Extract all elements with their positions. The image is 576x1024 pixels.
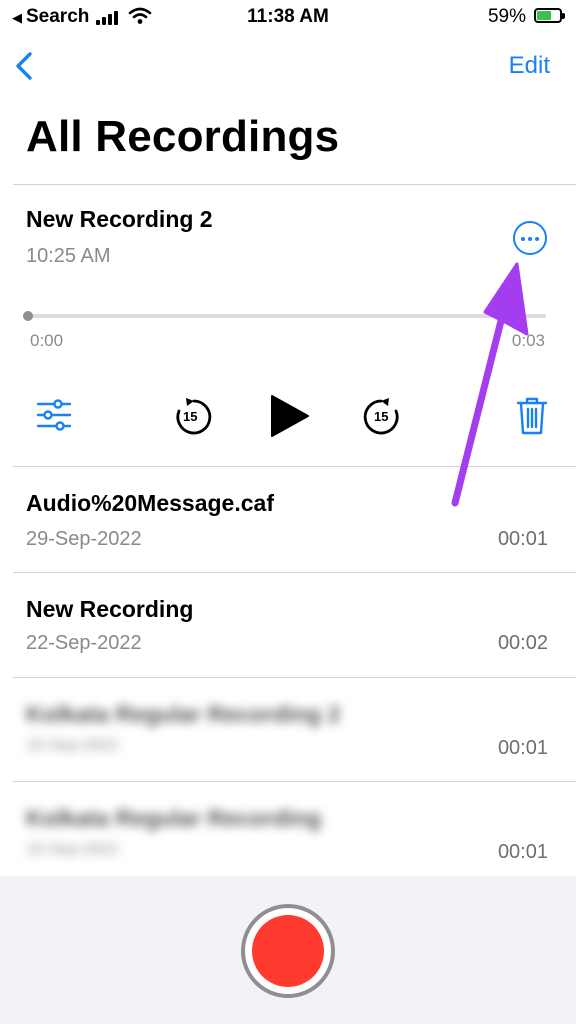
skip-back-15-icon[interactable]: 15 [172, 397, 212, 437]
trash-icon[interactable] [516, 396, 548, 436]
page-title: All Recordings [26, 112, 340, 161]
voice-memos-screen: ◀ Search 11:38 AM 59% Edit All Recordings… [0, 0, 576, 1024]
recording-name: Kolkata Regular Recording [26, 805, 322, 831]
divider [13, 184, 576, 185]
more-options-icon[interactable] [513, 221, 547, 255]
recording-title[interactable]: New Recording 2 [26, 206, 213, 233]
recording-row[interactable]: Audio%20Message.caf 29-Sep-2022 00:01 [0, 466, 576, 572]
recording-row[interactable]: New Recording 22-Sep-2022 00:02 [0, 572, 576, 678]
skip-forward-label: 15 [374, 409, 389, 424]
recording-row[interactable]: Kolkata Regular Recording 15-Sep-2022 00… [0, 781, 576, 876]
recording-name: Kolkata Regular Recording 2 [26, 701, 341, 727]
scrubber-knob[interactable] [23, 311, 33, 321]
recording-row[interactable]: Kolkata Regular Recording 2 15-Sep-2022 … [0, 677, 576, 781]
play-icon[interactable] [270, 394, 310, 438]
recording-date: 29-Sep-2022 [26, 528, 142, 550]
battery-icon [534, 8, 565, 23]
recording-duration: 00:01 [497, 737, 548, 759]
recording-duration: 00:01 [497, 841, 548, 863]
playback-scrubber[interactable] [23, 311, 546, 321]
recording-duration: 00:01 [497, 528, 548, 550]
status-bar: ◀ Search 11:38 AM 59% [0, 0, 576, 34]
recording-date: 22-Sep-2022 [26, 632, 142, 654]
back-chevron-icon[interactable] [10, 48, 40, 84]
recording-time: 10:25 AM [26, 245, 111, 267]
battery-percentage: 59% [487, 6, 526, 27]
skip-back-label: 15 [183, 409, 198, 424]
recording-duration: 00:02 [497, 632, 548, 654]
position-start: 0:00 [30, 331, 64, 350]
skip-forward-15-icon[interactable]: 15 [363, 397, 403, 437]
edit-settings-sliders-icon[interactable] [36, 398, 72, 432]
record-dot-icon [252, 915, 324, 987]
recording-date: 15-Sep-2022 [26, 841, 119, 858]
record-button[interactable] [241, 904, 335, 998]
recording-name: New Recording [26, 596, 194, 622]
edit-button[interactable]: Edit [509, 52, 550, 80]
recording-name: Audio%20Message.caf [26, 490, 274, 516]
position-end: 0:03 [511, 331, 545, 350]
recording-date: 15-Sep-2022 [26, 737, 119, 754]
